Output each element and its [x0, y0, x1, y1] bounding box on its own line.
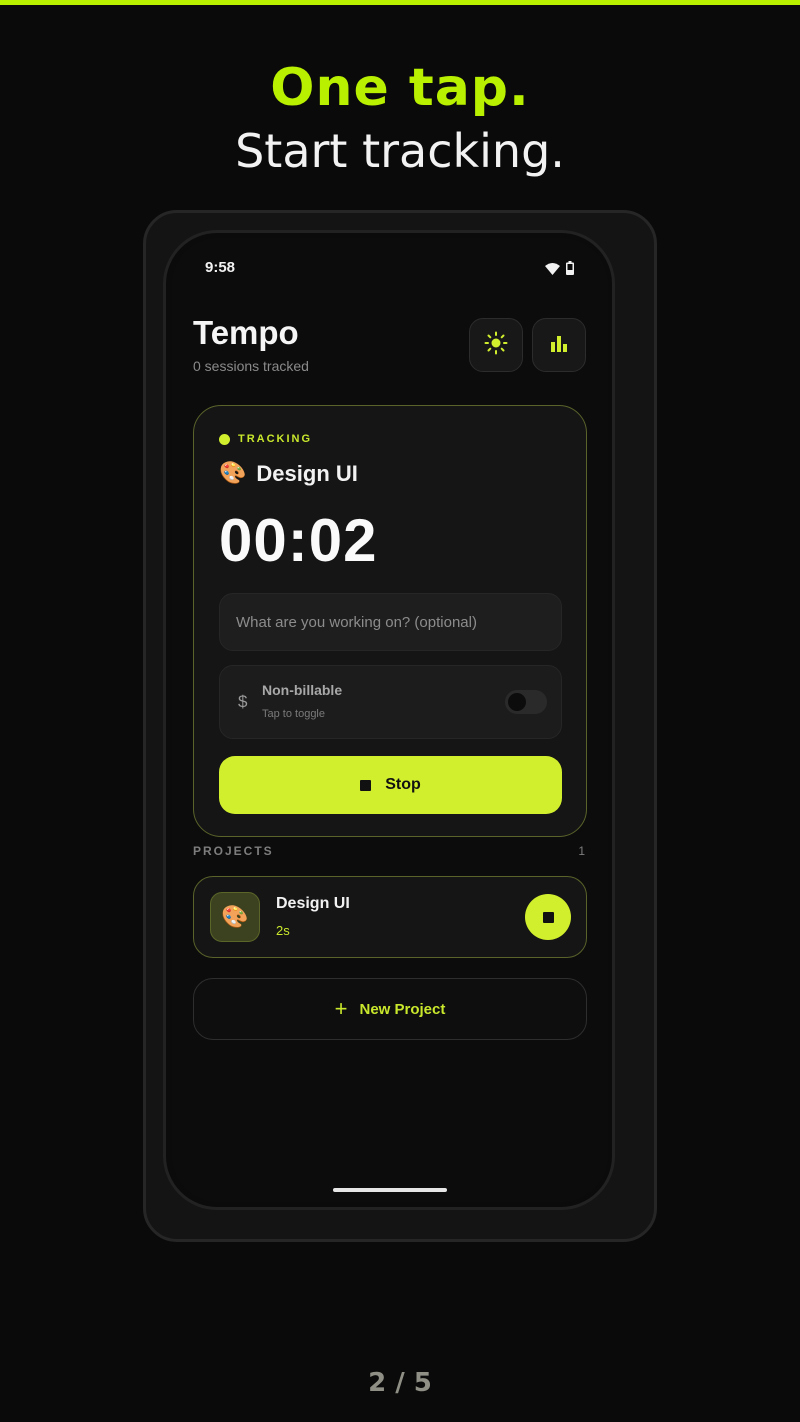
new-project-button[interactable]: + New Project — [193, 978, 587, 1040]
wifi-icon — [545, 260, 560, 279]
tracking-project-name: Design UI — [256, 461, 358, 486]
promo-headline: One tap. — [270, 58, 530, 118]
stats-button[interactable] — [532, 318, 586, 372]
session-note-input[interactable] — [219, 593, 562, 651]
palette-icon: 🎨 — [210, 892, 260, 942]
phone-screen: 9:58 Tempo 0 sessions tracked TRACKING 🎨… — [172, 238, 608, 1202]
billable-hint: Tap to toggle — [262, 708, 325, 720]
tracking-status: TRACKING — [219, 433, 312, 445]
app-title: Tempo — [193, 314, 299, 351]
battery-icon — [566, 260, 574, 279]
status-time: 9:58 — [205, 259, 236, 276]
toggle-knob — [508, 693, 526, 711]
promo-subheadline: Start tracking. — [235, 124, 565, 178]
project-stop-button[interactable] — [525, 894, 571, 940]
theme-toggle-button[interactable] — [469, 318, 523, 372]
project-name: Design UI — [276, 895, 350, 912]
sessions-count: 0 sessions tracked — [193, 358, 309, 374]
stop-icon — [542, 911, 554, 923]
stop-button[interactable]: Stop — [219, 756, 562, 814]
billable-toggle-row[interactable]: $ Non-billable Tap to toggle — [219, 665, 562, 739]
active-tracking-card: TRACKING 🎨 Design UI 00:02 $ Non-billabl… — [193, 405, 587, 837]
projects-count: 1 — [578, 844, 585, 858]
top-accent-bar — [0, 0, 800, 5]
sun-icon — [484, 331, 508, 359]
tracking-dot-icon — [219, 433, 230, 445]
screenshot-pager: 2 / 5 — [368, 1368, 432, 1398]
tracking-project: 🎨 Design UI — [219, 461, 358, 487]
project-time: 2s — [276, 923, 290, 938]
dollar-icon: $ — [238, 692, 248, 711]
projects-section-title: PROJECTS — [193, 844, 274, 858]
elapsed-timer: 00:02 — [219, 507, 378, 574]
palette-icon: 🎨 — [219, 461, 247, 486]
bar-chart-icon — [549, 334, 569, 356]
project-item[interactable]: 🎨 Design UI 2s — [193, 876, 587, 958]
stop-icon — [360, 779, 372, 791]
status-icons — [545, 260, 574, 279]
home-indicator[interactable] — [333, 1188, 447, 1192]
stop-label: Stop — [385, 776, 421, 793]
billable-title: Non-billable — [262, 682, 343, 698]
tracking-label: TRACKING — [238, 433, 313, 445]
new-project-label: New Project — [359, 1000, 446, 1018]
billable-toggle[interactable] — [505, 690, 547, 714]
plus-icon: + — [334, 996, 348, 1021]
